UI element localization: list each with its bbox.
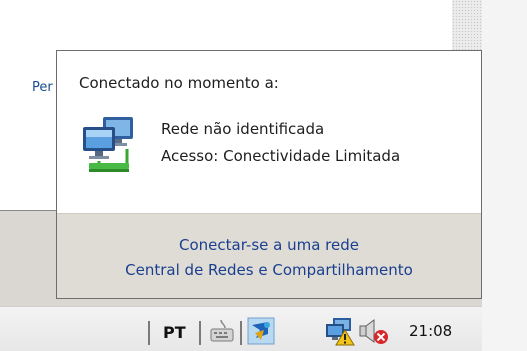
background-window [0,100,57,211]
background-strip [57,298,482,306]
background-window-label[interactable]: Per [32,80,54,95]
network-sharing-center-link[interactable]: Central de Redes e Compartilhamento [57,261,481,279]
connect-to-network-link[interactable]: Conectar-se a uma rede [57,236,481,254]
flyout-content: Conectado no momento a: Rede não identif… [57,51,481,213]
network-flyout: Conectado no momento a: Rede não identif… [56,50,482,299]
network-access-status: Acesso: Conectividade Limitada [161,147,401,165]
language-indicator[interactable]: PT [163,323,186,342]
background-edge [482,0,527,351]
taskbar-separator [240,321,242,345]
clock[interactable]: 21:08 [409,322,452,340]
background-window-lower [0,211,57,306]
network-name: Rede não identificada [161,120,325,138]
flyout-footer: Conectar-se a uma rede Central de Redes … [57,213,481,298]
volume-muted-icon[interactable] [358,318,390,346]
taskbar: PT 21:08 [0,306,482,351]
keyboard-icon[interactable] [209,318,235,344]
connected-label: Conectado no momento a: [79,74,279,92]
taskbar-separator [199,321,201,345]
network-computer-icon [83,117,133,172]
taskbar-separator [148,321,150,345]
network-warning-icon[interactable] [323,316,357,346]
app-tray-icon[interactable] [246,316,276,346]
